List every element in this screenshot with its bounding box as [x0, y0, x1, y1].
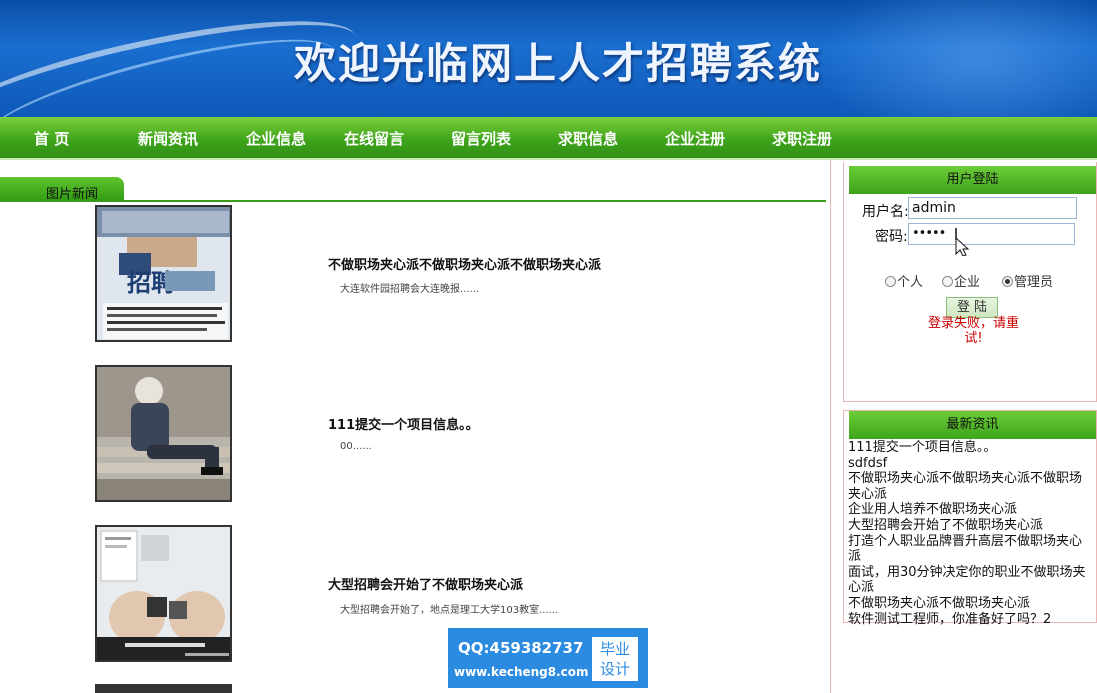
latest-news-list: 111提交一个项目信息。。 sdfdsf 不做职场夹心派不做职场夹心派不做职场夹…	[848, 440, 1092, 627]
news-item: 大型招聘会开始了不做职场夹心派 大型招聘会开始了，地点是理工大学103教室...…	[95, 525, 795, 665]
sidebar-divider	[830, 160, 831, 693]
news-thumbnail-partial[interactable]	[95, 684, 232, 693]
header-banner: 欢迎光临网上人才招聘系统	[0, 0, 1097, 117]
main-nav: 首 页 新闻资讯 企业信息 在线留言 留言列表 求职信息 企业注册 求职注册	[0, 117, 1097, 160]
latest-news-item[interactable]: 大型招聘会开始了不做职场夹心派	[848, 518, 1092, 534]
role-admin[interactable]: 管理员	[1002, 271, 1053, 290]
latest-news-item[interactable]: sdfdsf	[848, 456, 1092, 472]
password-label: 密码:	[875, 229, 908, 245]
site-title: 欢迎光临网上人才招聘系统	[294, 39, 823, 88]
login-button[interactable]: 登 陆	[946, 297, 998, 318]
news-thumbnail-person-on-bench[interactable]	[95, 365, 232, 502]
watermark-badge-line: 毕业	[599, 640, 630, 658]
role-label: 管理员	[1014, 275, 1054, 290]
password-input[interactable]: •••••	[908, 223, 1075, 245]
news-thumbnail-hands-poster[interactable]	[95, 525, 232, 662]
watermark-url: www.kecheng8.com	[454, 665, 589, 679]
mouse-cursor-icon	[955, 228, 970, 256]
login-error-message: 登录失败，请重试!	[927, 316, 1019, 346]
news-summary: 大连软件园招聘会大连晚报......	[340, 284, 480, 295]
watermark-badge: 毕业 设计	[592, 637, 638, 681]
news-summary: 00......	[340, 441, 372, 452]
role-label: 个人	[897, 275, 924, 290]
nav-company-register[interactable]: 企业注册	[665, 128, 725, 149]
news-title[interactable]: 大型招聘会开始了不做职场夹心派	[328, 574, 523, 593]
news-title[interactable]: 111提交一个项目信息。。	[328, 414, 479, 433]
latest-news-heading: 最新资讯	[849, 411, 1096, 439]
news-title[interactable]: 不做职场夹心派不做职场夹心派不做职场夹心派	[328, 254, 601, 273]
nav-news[interactable]: 新闻资讯	[138, 128, 198, 149]
latest-news-item[interactable]: 不做职场夹心派不做职场夹心派	[848, 596, 1092, 612]
username-input[interactable]	[908, 197, 1077, 219]
role-company[interactable]: 企业	[942, 271, 980, 290]
latest-news-item[interactable]: 不做职场夹心派不做职场夹心派不做职场夹心派	[848, 471, 1092, 502]
news-thumbnail-recruitment-poster[interactable]: 招聘	[95, 205, 232, 342]
login-heading: 用户登陆	[849, 166, 1096, 194]
nav-jobseeker-register[interactable]: 求职注册	[772, 128, 832, 149]
picture-news-tab: 图片新闻	[0, 177, 124, 202]
nav-message-list[interactable]: 留言列表	[451, 128, 511, 149]
news-item: 招聘 不做职场夹心派不做职场夹心派不做职场夹心派 大连软件园招聘会大连晚报...…	[95, 205, 795, 345]
radio-selected-icon	[1002, 276, 1013, 287]
latest-news-item[interactable]: 企业用人培养不做职场夹心派	[848, 502, 1092, 518]
news-item: 111提交一个项目信息。。 00......	[95, 365, 795, 505]
news-summary: 大型招聘会开始了，地点是理工大学103教室......	[340, 605, 559, 616]
latest-news-item[interactable]: 软件测试工程师，你准备好了吗？2	[848, 612, 1092, 628]
role-label: 企业	[954, 275, 981, 290]
section-divider	[0, 200, 826, 202]
role-individual[interactable]: 个人	[885, 271, 923, 290]
username-label: 用户名:	[862, 204, 909, 220]
radio-icon	[885, 276, 896, 287]
nav-home[interactable]: 首 页	[34, 128, 69, 149]
latest-news-item[interactable]: 面试，用30分钟决定你的职业不做职场夹心派	[848, 565, 1092, 596]
watermark-qq: QQ:459382737	[458, 639, 584, 657]
nav-company-info[interactable]: 企业信息	[246, 128, 306, 149]
radio-icon	[942, 276, 953, 287]
latest-news-item[interactable]: 111提交一个项目信息。。	[848, 440, 1092, 456]
watermark-badge-line: 设计	[599, 660, 630, 678]
latest-news-item[interactable]: 打造个人职业品牌晋升高层不做职场夹心派	[848, 534, 1092, 565]
banner-glow	[817, 0, 1097, 117]
watermark-overlay: QQ:459382737 www.kecheng8.com 毕业 设计	[448, 628, 648, 688]
nav-job-info[interactable]: 求职信息	[558, 128, 618, 149]
nav-online-message[interactable]: 在线留言	[344, 128, 404, 149]
